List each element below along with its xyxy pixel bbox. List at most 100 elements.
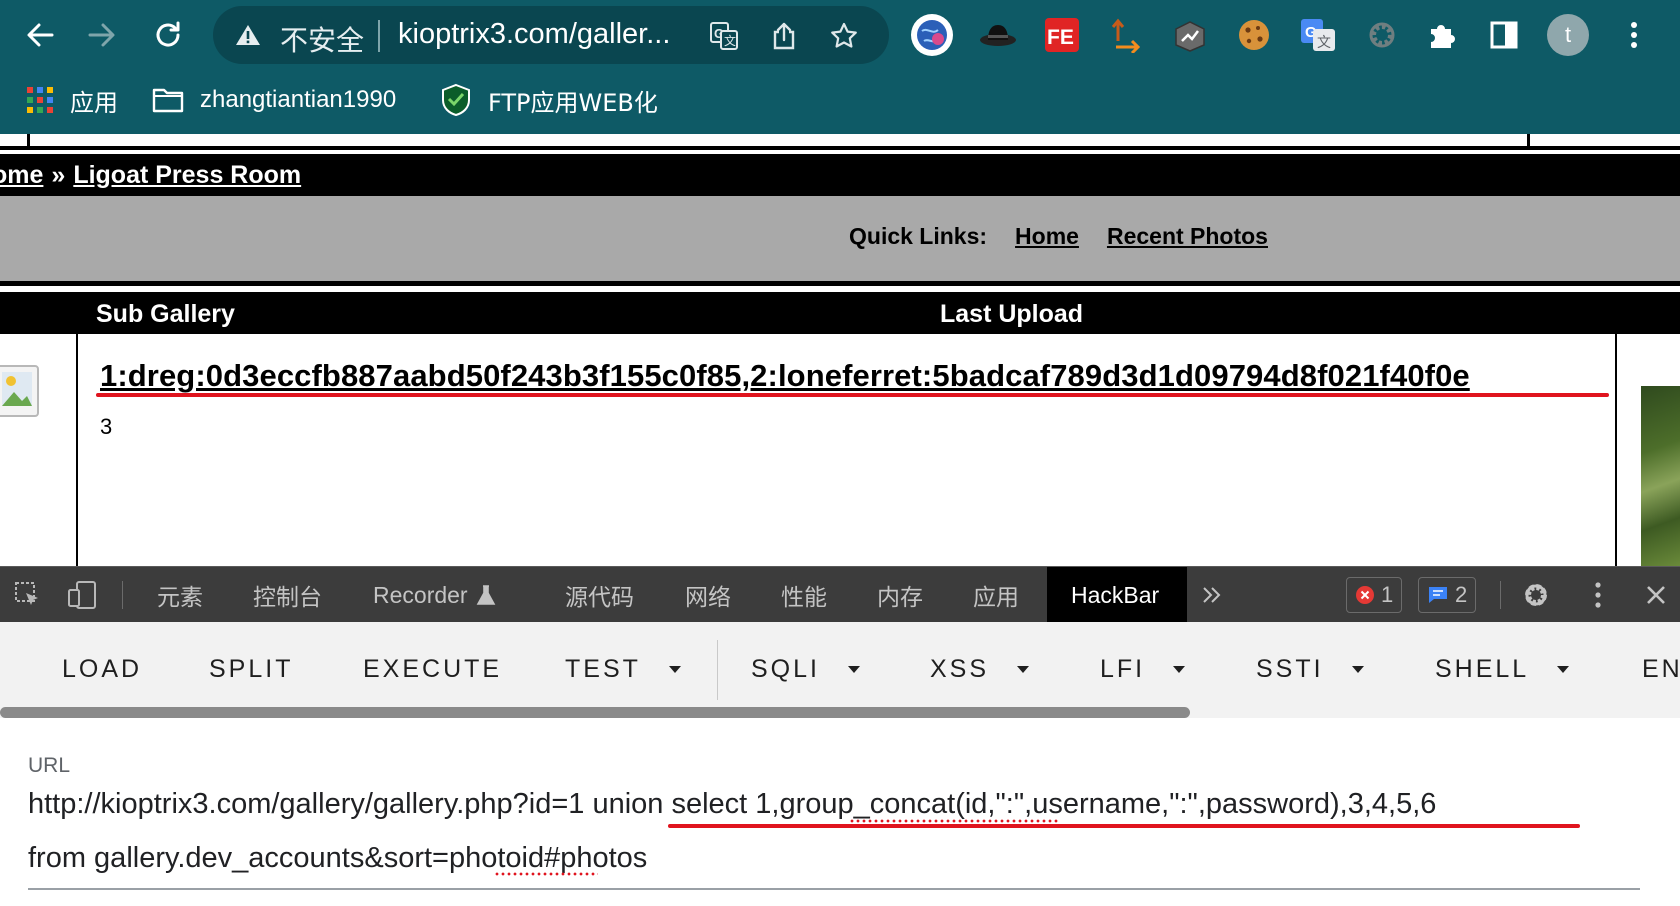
arrow-left-icon <box>27 23 54 47</box>
more-tabs-chevron-icon[interactable] <box>1196 579 1228 611</box>
error-count-badge[interactable]: 1 <box>1346 577 1403 613</box>
spellcheck-squiggle <box>849 819 1059 823</box>
svg-text:FE: FE <box>1047 26 1074 49</box>
url-textarea-line-1[interactable]: http://kioptrix3.com/gallery/gallery.php… <box>28 788 1436 821</box>
tab-sources[interactable]: 源代码 <box>565 567 634 623</box>
xss-dropdown-label: XSS <box>930 655 990 683</box>
load-button-label: LOAD <box>62 655 143 683</box>
omnibox-separator <box>378 20 380 52</box>
url-field-label: URL <box>28 754 71 777</box>
ssti-dropdown[interactable]: SSTI <box>1256 655 1364 684</box>
tab-application[interactable]: 应用 <box>973 567 1019 623</box>
inspect-element-icon[interactable] <box>12 579 44 611</box>
tab-recorder-label: Recorder <box>373 581 468 608</box>
breadcrumb-current-link[interactable]: Ligoat Press Room <box>73 161 301 190</box>
caret-down-icon <box>1173 666 1186 673</box>
profile-avatar[interactable]: t <box>1546 13 1590 57</box>
header-sub-gallery: Sub Gallery <box>96 300 235 328</box>
tab-elements[interactable]: 元素 <box>157 567 203 623</box>
test-dropdown-label: TEST <box>565 655 641 683</box>
tab-performance[interactable]: 性能 <box>781 567 827 623</box>
tab-hackbar[interactable]: HackBar <box>1047 567 1187 623</box>
extension-box-icon[interactable] <box>1168 13 1212 57</box>
bookmark-folder[interactable]: zhangtiantian1990 <box>152 80 396 120</box>
test-dropdown[interactable]: TEST <box>565 655 681 684</box>
caret-down-icon <box>1557 666 1570 673</box>
address-bar[interactable]: 不安全 kioptrix3.com/galler... G文 <box>213 6 889 64</box>
photo-thumbnail[interactable] <box>1641 386 1680 566</box>
bookmark-label: 应用 <box>70 88 118 117</box>
share-icon[interactable] <box>767 19 801 53</box>
caret-down-icon <box>847 666 860 673</box>
arrow-right-icon <box>88 23 115 47</box>
device-toolbar-icon[interactable] <box>66 579 98 611</box>
devtools-tab-bar: 元素 控制台 Recorder 源代码 网络 性能 内存 应用 HackBar … <box>0 566 1680 623</box>
encoding-dropdown[interactable]: EN <box>1642 655 1680 684</box>
svg-text:文: 文 <box>1317 35 1331 51</box>
table-row: 1:dreg:0d3eccfb887aabd50f243b3f155c0f85,… <box>0 334 1680 566</box>
extension-hat-icon[interactable] <box>976 13 1020 57</box>
tab-memory[interactable]: 内存 <box>877 567 923 623</box>
spellcheck-squiggle <box>494 872 598 876</box>
back-button[interactable] <box>18 13 62 57</box>
split-button[interactable]: SPLIT <box>209 655 293 684</box>
more-vertical-icon <box>1631 22 1637 48</box>
bookmark-star-icon[interactable] <box>827 19 861 53</box>
forward-button[interactable] <box>80 13 124 57</box>
url-textarea-line-2[interactable]: from gallery.dev_accounts&sort=photoid#p… <box>28 842 647 875</box>
breadcrumb: ome » Ligoat Press Room <box>0 154 1680 196</box>
tab-network[interactable]: 网络 <box>685 567 731 623</box>
breadcrumb-home-link[interactable]: ome <box>0 161 43 190</box>
translate-icon[interactable]: G文 <box>707 19 741 53</box>
shield-bookmark-icon <box>440 83 472 117</box>
bookmark-apps[interactable]: 应用 <box>26 80 118 120</box>
side-panel-icon[interactable] <box>1482 13 1526 57</box>
gallery-table-header: Sub Gallery Last Upload <box>0 292 1680 334</box>
close-icon[interactable] <box>1640 579 1672 611</box>
quick-links: Quick Links: Home Recent Photos <box>849 223 1296 250</box>
extensions-puzzle-icon[interactable] <box>1420 13 1464 57</box>
browser-toolbar: 不安全 kioptrix3.com/galler... G文 FE G文 t <box>0 0 1680 70</box>
extension-globe-icon[interactable] <box>910 13 954 57</box>
profile-initial: t <box>1564 22 1572 47</box>
devtools-more-icon[interactable] <box>1582 579 1614 611</box>
load-button[interactable]: LOAD <box>62 655 142 684</box>
tab-console[interactable]: 控制台 <box>253 567 322 623</box>
sqli-dropdown[interactable]: SQLI <box>751 655 860 684</box>
bookmark-ftp[interactable]: FTP应用WEB化 <box>440 80 658 120</box>
extension-gear-icon[interactable] <box>1360 13 1404 57</box>
split-button-label: SPLIT <box>209 655 294 683</box>
message-count-badge[interactable]: 2 <box>1418 577 1477 613</box>
url-text[interactable]: kioptrix3.com/galler... <box>398 18 670 51</box>
xss-dropdown[interactable]: XSS <box>930 655 1030 684</box>
extension-arrows-icon[interactable] <box>1104 13 1148 57</box>
encoding-dropdown-label: EN <box>1642 655 1680 683</box>
tab-recorder[interactable]: Recorder <box>373 567 496 623</box>
reload-button[interactable] <box>146 13 190 57</box>
settings-gear-icon[interactable] <box>1520 579 1552 611</box>
quick-link-home[interactable]: Home <box>1015 223 1079 250</box>
reload-icon <box>156 21 180 47</box>
quick-links-bar: Quick Links: Home Recent Photos <box>0 196 1680 286</box>
gallery-title-link[interactable]: 1:dreg:0d3eccfb887aabd50f243b3f155c0f85,… <box>100 358 1470 394</box>
message-icon <box>1427 585 1449 605</box>
execute-button[interactable]: EXECUTE <box>363 655 502 684</box>
sqli-dropdown-label: SQLI <box>751 655 820 683</box>
extension-cookie-icon[interactable] <box>1232 13 1276 57</box>
gallery-thumbnail-icon[interactable] <box>0 364 42 420</box>
quick-links-label: Quick Links: <box>849 223 988 249</box>
bookmark-label: zhangtiantian1990 <box>200 86 397 113</box>
hackbar-toolbar: LOAD SPLIT EXECUTE TEST SQLI XSS LFI SST… <box>0 622 1680 718</box>
red-underline-annotation <box>96 393 1609 397</box>
security-status-label[interactable]: 不安全 <box>280 19 364 59</box>
url-field-underline <box>28 888 1640 890</box>
quick-link-recent-photos[interactable]: Recent Photos <box>1107 223 1268 250</box>
lfi-dropdown[interactable]: LFI <box>1100 655 1186 684</box>
horizontal-scrollbar[interactable] <box>0 707 1190 718</box>
shell-dropdown[interactable]: SHELL <box>1435 655 1570 684</box>
chrome-menu-button[interactable] <box>1612 13 1656 57</box>
extension-fe-icon[interactable]: FE <box>1040 13 1084 57</box>
folder-icon <box>152 87 184 113</box>
extension-google-translate-icon[interactable]: G文 <box>1296 13 1340 57</box>
error-icon <box>1355 585 1375 605</box>
